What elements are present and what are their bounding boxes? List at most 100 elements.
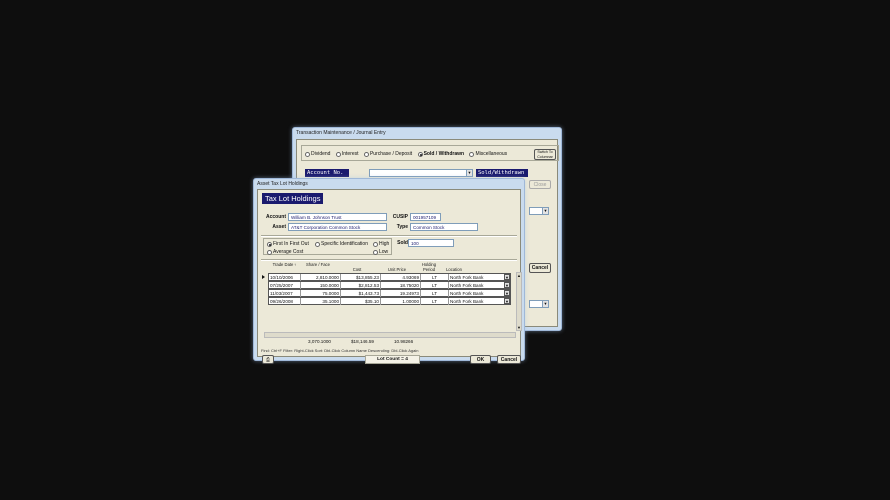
- cell-cost: $13,855.23: [341, 274, 381, 281]
- scroll-up-icon[interactable]: ▲: [517, 273, 521, 278]
- total-cost: $18,146.59: [351, 339, 374, 344]
- total-unit-price: 10.98266: [394, 339, 414, 344]
- table-row[interactable]: 07/25/2007 150.0000 $2,812.53 18.75020 L…: [268, 281, 511, 289]
- asset-label: Asset: [272, 224, 286, 230]
- cusip-field[interactable]: 001957109: [410, 213, 441, 221]
- radio-dividend[interactable]: Dividend: [305, 151, 330, 157]
- chevron-down-icon[interactable]: ▼: [504, 282, 510, 288]
- cancel-button[interactable]: Cancel: [497, 355, 521, 364]
- cell-holding-period: LT: [421, 298, 449, 305]
- table-row[interactable]: 11/03/2007 75.0000 $1,443.73 19.24973 LT…: [268, 289, 511, 297]
- type-label: Type: [396, 224, 408, 230]
- radio-fifo[interactable]: First In First Out: [267, 241, 309, 247]
- cell-trade-date: 10/10/2006: [269, 274, 301, 281]
- cell-location: North Fork Bank: [450, 275, 484, 280]
- total-shares: 3,070.1000: [308, 339, 331, 344]
- transaction-type-radios: Dividend Interest Purchase / Deposit Sol…: [305, 151, 511, 159]
- cell-location: North Fork Bank: [450, 291, 484, 296]
- cell-share-face: 150.0000: [301, 282, 341, 289]
- account-label: Account: [266, 214, 286, 220]
- transaction-type-group: Dividend Interest Purchase / Deposit Sol…: [301, 145, 559, 161]
- close-button[interactable]: Close: [529, 180, 551, 189]
- radio-average-dot: [267, 249, 272, 255]
- tax-lot-holdings-banner: Tax Lot Holdings: [262, 193, 324, 204]
- cell-trade-date: 07/25/2007: [269, 282, 301, 289]
- radio-specific-label: Specific Identification: [321, 241, 368, 247]
- radio-miscellaneous[interactable]: Miscellaneous: [469, 151, 507, 157]
- printer-icon: ⎙: [265, 357, 270, 363]
- radio-average-cost[interactable]: Average Cost: [267, 249, 303, 255]
- cancel-button-back[interactable]: Cancel: [529, 263, 551, 273]
- cell-trade-date: 09/26/2008: [269, 298, 301, 305]
- radio-sold-dot: [417, 151, 423, 157]
- cell-trade-date: 11/03/2007: [269, 290, 301, 297]
- right-combo-1[interactable]: ▼: [529, 207, 549, 215]
- cell-cost: $2,812.53: [341, 282, 381, 289]
- radio-interest-label: Interest: [341, 151, 359, 157]
- cell-holding-period: LT: [421, 282, 449, 289]
- keyboard-hints: Find: Ctrl+F Filter: Right-Click Sort: D…: [261, 348, 419, 353]
- cell-unit-price: 19.24973: [381, 290, 421, 297]
- chevron-down-icon[interactable]: ▼: [542, 208, 548, 214]
- radio-low-label: Low: [379, 249, 389, 255]
- radio-specific-id[interactable]: Specific Identification: [315, 241, 368, 247]
- radio-purchase-dot: [363, 151, 369, 157]
- cell-cost: $35.10: [341, 298, 381, 305]
- right-combo-2[interactable]: ▼: [529, 300, 549, 308]
- radio-high-dot: [373, 241, 378, 247]
- mode-label: Sold/Withdrawn: [476, 169, 528, 177]
- radio-low[interactable]: Low: [373, 249, 388, 255]
- chevron-down-icon[interactable]: ▼: [542, 301, 548, 307]
- radio-purchase-deposit[interactable]: Purchase / Deposit: [363, 151, 413, 157]
- cell-unit-price: 4.93069: [381, 274, 421, 281]
- chevron-down-icon[interactable]: ▼: [504, 290, 510, 296]
- radio-low-dot: [373, 249, 378, 255]
- radio-fifo-dot: [267, 241, 272, 247]
- switch-to-columnar-button[interactable]: Switch To Columnar: [534, 149, 556, 160]
- account-no-label: Account No.: [305, 169, 349, 177]
- cell-location: North Fork Bank: [450, 299, 484, 304]
- chevron-down-icon[interactable]: ▼: [504, 274, 510, 280]
- current-row-pointer-icon: [262, 275, 265, 279]
- lot-method-group: First In First Out Specific Identificati…: [263, 238, 392, 255]
- type-field[interactable]: Common Stock: [410, 223, 478, 231]
- transaction-maintenance-title: Transaction Maintenance / Journal Entry: [296, 130, 386, 136]
- radio-interest-dot: [335, 151, 341, 157]
- radio-sold-withdrawn[interactable]: Sold / Withdrawn: [417, 151, 465, 157]
- radio-dividend-label: Dividend: [311, 151, 331, 157]
- cell-share-face: 75.0000: [301, 290, 341, 297]
- cell-holding-period: LT: [421, 274, 449, 281]
- cell-holding-period: LT: [421, 290, 449, 297]
- radio-sold-label: Sold / Withdrawn: [423, 151, 465, 157]
- grid-vertical-scrollbar[interactable]: ▲ ▼: [516, 272, 522, 331]
- tax-lot-holdings-window: Asset Tax Lot Holdings Tax Lot Holdings …: [253, 178, 525, 364]
- radio-high[interactable]: High: [373, 241, 389, 247]
- sold-label: Sold: [397, 240, 408, 246]
- chevron-down-icon[interactable]: ▼: [466, 170, 472, 176]
- table-row[interactable]: 09/26/2008 35.1000 $35.10 1.00000 LT Nor…: [268, 297, 511, 305]
- cell-share-face: 35.1000: [301, 298, 341, 305]
- chevron-down-icon[interactable]: ▼: [504, 298, 510, 304]
- ok-button[interactable]: OK: [470, 355, 491, 364]
- tax-lot-holdings-client: Tax Lot Holdings Account William B. John…: [257, 189, 524, 364]
- sold-field[interactable]: 100: [408, 239, 454, 247]
- account-no-combo[interactable]: ▼: [369, 169, 473, 177]
- radio-fifo-label: First In First Out: [273, 241, 309, 247]
- grid-horizontal-scrollbar[interactable]: [264, 332, 516, 338]
- cell-location: North Fork Bank: [450, 283, 484, 288]
- radio-average-label: Average Cost: [273, 249, 304, 255]
- scroll-down-icon[interactable]: ▼: [517, 325, 521, 330]
- cusip-label: CUSIP: [392, 214, 408, 220]
- radio-interest[interactable]: Interest: [335, 151, 359, 157]
- tax-lot-grid: 10/10/2006 2,810.0000 $13,855.23 4.93069…: [261, 260, 524, 338]
- cell-unit-price: 1.00000: [381, 298, 421, 305]
- radio-misc-label: Miscellaneous: [475, 151, 508, 157]
- radio-purchase-label: Purchase / Deposit: [369, 151, 413, 157]
- cell-unit-price: 18.75020: [381, 282, 421, 289]
- account-field[interactable]: William B. Johnson Trust: [288, 213, 387, 221]
- print-button[interactable]: ⎙: [262, 355, 274, 364]
- cell-share-face: 2,810.0000: [301, 274, 341, 281]
- asset-field[interactable]: AT&T Corporation Common Stock: [288, 223, 387, 231]
- radio-misc-dot: [469, 151, 475, 157]
- table-row[interactable]: 10/10/2006 2,810.0000 $13,855.23 4.93069…: [268, 273, 511, 281]
